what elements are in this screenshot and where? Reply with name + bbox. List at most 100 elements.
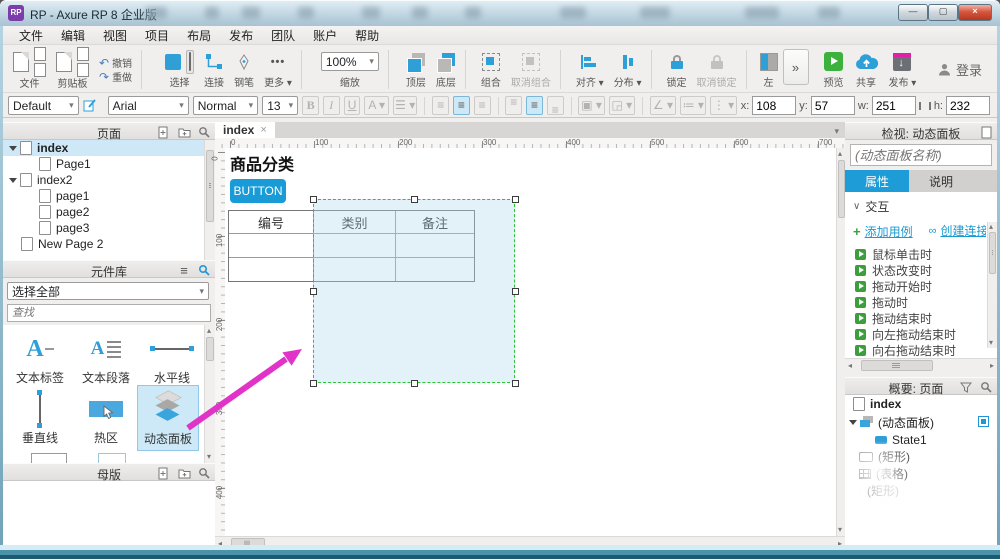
left-panel-toggle[interactable]: 左: [755, 47, 783, 92]
page-item-index[interactable]: index: [3, 140, 215, 156]
valign-middle-button[interactable]: ≡: [526, 96, 543, 115]
menu-publish[interactable]: 发布: [220, 27, 262, 44]
page-title-text[interactable]: 商品分类: [230, 151, 294, 175]
menu-edit[interactable]: 编辑: [52, 27, 94, 44]
event-ondragleft[interactable]: 向左拖动结束时: [845, 326, 997, 342]
zoom-select[interactable]: 100% ▾: [320, 52, 379, 71]
link-dimensions-icon[interactable]: [918, 101, 931, 110]
bullet-list-button[interactable]: ☰ ▾: [392, 96, 418, 115]
filter-icon[interactable]: [959, 380, 973, 394]
arrow-style-button[interactable]: ⋮ ▾: [710, 96, 737, 115]
border-color-button[interactable]: ◲ ▾: [608, 96, 635, 115]
add-case-link[interactable]: 添加用例: [865, 223, 913, 240]
toolbar-overflow-button[interactable]: »: [782, 49, 809, 85]
widget-paragraph[interactable]: A 文本段落: [75, 329, 137, 389]
redo-button[interactable]: ↷ 重做: [99, 71, 132, 85]
close-button[interactable]: ×: [958, 4, 992, 21]
font-weight-select[interactable]: Normal ▾: [192, 96, 259, 115]
collapse-icon[interactable]: [9, 177, 17, 183]
notes-doc-icon[interactable]: [979, 125, 993, 139]
menu-account[interactable]: 账户: [304, 27, 346, 44]
event-ondragright[interactable]: 向右拖动结束时: [845, 342, 997, 358]
style-preset-select[interactable]: Default ▾: [8, 96, 79, 115]
pen-tool[interactable]: 钢笔: [229, 47, 259, 92]
group-tool[interactable]: 组合: [476, 47, 506, 92]
panel-state-indicator[interactable]: [978, 416, 989, 427]
close-tab-icon[interactable]: ×: [260, 124, 266, 136]
event-ondragend[interactable]: 拖动结束时: [845, 310, 997, 326]
inspector-hscrollbar[interactable]: ◂ ▸: [845, 358, 997, 371]
line-width-button[interactable]: ∠ ▾: [649, 96, 677, 115]
fill-color-button[interactable]: ▣ ▾: [578, 96, 605, 115]
collapse-icon[interactable]: [9, 145, 17, 151]
clipboard-tools[interactable]: 剪贴板: [51, 47, 94, 92]
selection-handle-n[interactable]: [411, 196, 418, 203]
selection-handle-ne[interactable]: [512, 196, 519, 203]
widgets-scrollbar[interactable]: ▴ ▾: [204, 325, 215, 463]
widget-horizontal-line[interactable]: 水平线: [141, 329, 203, 389]
maximize-button[interactable]: ▢: [928, 4, 958, 21]
font-color-button[interactable]: A ▾: [364, 96, 389, 115]
event-ondrag[interactable]: 拖动时: [845, 294, 997, 310]
share-tool[interactable]: 共享: [849, 47, 884, 92]
outline-item-index[interactable]: index: [845, 395, 997, 413]
line-style-button[interactable]: ≔ ▾: [680, 96, 707, 115]
select-intersect-button[interactable]: [165, 53, 182, 70]
w-input[interactable]: [871, 96, 916, 115]
search-icon[interactable]: [197, 263, 211, 277]
valign-bottom-button[interactable]: ≡: [546, 96, 564, 117]
section-chevron-icon[interactable]: ∨: [853, 201, 860, 212]
edit-style-button[interactable]: [83, 99, 96, 113]
selection-handle-se[interactable]: [512, 380, 519, 387]
page-item-newpage2[interactable]: New Page 2: [3, 236, 215, 252]
lock-tool[interactable]: 锁定: [662, 47, 692, 92]
hamburger-icon[interactable]: ≡: [177, 263, 191, 278]
align-center-button[interactable]: ≡: [453, 96, 470, 115]
widget-search-input[interactable]: [7, 304, 211, 322]
more-tools[interactable]: ••• 更多 ▾: [259, 47, 297, 92]
page-item-page2[interactable]: page2: [3, 204, 215, 220]
menu-team[interactable]: 团队: [262, 27, 304, 44]
selection-handle-s[interactable]: [411, 380, 418, 387]
add-folder-icon[interactable]: [177, 125, 191, 139]
send-to-back[interactable]: 底层: [431, 47, 461, 92]
undo-button[interactable]: ↶ 撤销: [99, 57, 132, 71]
event-onstatechange[interactable]: 状态改变时: [845, 262, 997, 278]
add-folder-icon[interactable]: [177, 466, 191, 480]
widget-text-label[interactable]: A 文本标签: [9, 329, 71, 389]
y-input[interactable]: [810, 96, 855, 115]
selection-handle-nw[interactable]: [310, 196, 317, 203]
new-file-icon[interactable]: [13, 52, 29, 72]
tab-index[interactable]: index ×: [215, 122, 275, 138]
tab-list-dropdown[interactable]: ▾: [834, 126, 839, 136]
distribute-tool[interactable]: 分布 ▾: [609, 47, 647, 92]
page-item-page1[interactable]: Page1: [3, 156, 215, 172]
event-onclick[interactable]: 鼠标单击时: [845, 246, 997, 262]
copy-icon[interactable]: [56, 52, 72, 72]
search-icon[interactable]: [979, 380, 993, 394]
dynamic-panel-selection[interactable]: [313, 199, 515, 383]
search-icon[interactable]: [197, 466, 211, 480]
publish-tool[interactable]: 发布 ▾: [884, 47, 922, 92]
menu-file[interactable]: 文件: [10, 27, 52, 44]
login-button[interactable]: 登录: [938, 47, 982, 92]
button-widget[interactable]: BUTTON: [230, 179, 286, 203]
connect-tool[interactable]: 连接: [199, 47, 229, 92]
event-ondragstart[interactable]: 拖动开始时: [845, 278, 997, 294]
page-item-page1b[interactable]: page1: [3, 188, 215, 204]
underline-button[interactable]: U: [343, 96, 361, 115]
outline-item-dynamic-panel[interactable]: (动态面板): [845, 413, 997, 431]
bring-to-front[interactable]: 顶层: [401, 47, 431, 92]
add-page-icon[interactable]: [157, 125, 171, 139]
align-tool[interactable]: 对齐 ▾: [571, 47, 609, 92]
minimize-button[interactable]: —: [898, 4, 928, 21]
preview-tool[interactable]: 预览: [819, 47, 849, 92]
collapse-icon[interactable]: [849, 419, 857, 425]
align-left-button[interactable]: ≡: [432, 96, 450, 115]
x-input[interactable]: [752, 96, 797, 115]
tab-properties[interactable]: 属性: [845, 170, 909, 192]
table-header-cell[interactable]: 编号: [229, 211, 314, 234]
selection-handle-w[interactable]: [310, 288, 317, 295]
selection-handle-e[interactable]: [512, 288, 519, 295]
widget-hotspot[interactable]: 热区: [75, 389, 137, 449]
